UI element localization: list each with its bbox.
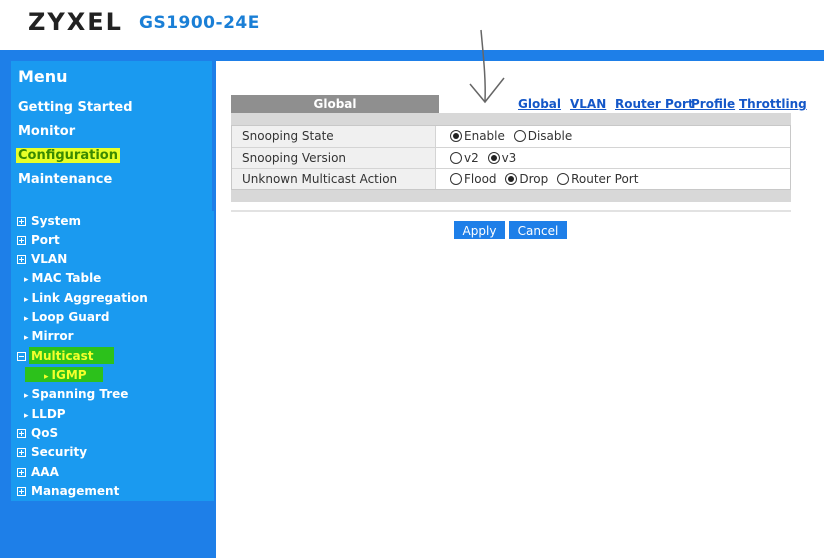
brand-logo: ZYXEL <box>28 8 123 36</box>
tree-item-multicast[interactable]: Multicast <box>17 349 94 363</box>
version-v2-radio[interactable] <box>450 152 462 164</box>
collapse-icon[interactable] <box>17 352 26 361</box>
tree-item-link-aggregation[interactable]: ▸ Link Aggregation <box>24 291 148 305</box>
expand-icon[interactable] <box>17 429 26 438</box>
tree-item-lldp[interactable]: ▸ LLDP <box>24 407 66 421</box>
expand-icon[interactable] <box>17 236 26 245</box>
expand-icon[interactable] <box>17 448 26 457</box>
menu-item-maintenance[interactable]: Maintenance <box>18 172 112 187</box>
tree-item-management[interactable]: Management <box>17 484 119 498</box>
expand-icon[interactable] <box>17 487 26 496</box>
snooping-enable-radio[interactable] <box>450 130 462 142</box>
expand-icon[interactable] <box>17 255 26 264</box>
snooping-disable-radio[interactable] <box>513 130 526 142</box>
section-title-global: Global <box>231 95 439 113</box>
menu-title: Menu <box>18 67 68 86</box>
top-accent-bar <box>0 50 824 61</box>
divider <box>231 210 791 212</box>
table-row: Snooping State Enable Disable <box>232 126 790 147</box>
tab-router-port[interactable]: Router Port <box>615 97 694 111</box>
snooping-version-label: Snooping Version <box>232 148 436 168</box>
bullet-icon: ▸ <box>24 411 29 421</box>
unknown-multicast-options: Flood Drop Router Port <box>450 169 643 189</box>
snooping-state-label: Snooping State <box>232 126 436 147</box>
tree-item-port[interactable]: Port <box>17 233 60 247</box>
tree-item-vlan[interactable]: VLAN <box>17 252 67 266</box>
bullet-icon: ▸ <box>24 333 29 343</box>
snooping-state-options: Enable Disable <box>450 126 577 147</box>
tab-throttling[interactable]: Throttling <box>739 97 807 111</box>
unknown-multicast-label: Unknown Multicast Action <box>232 169 436 189</box>
tree-item-mirror[interactable]: ▸ Mirror <box>24 329 74 343</box>
tab-profile[interactable]: Profile <box>691 97 735 111</box>
bullet-icon: ▸ <box>24 391 29 401</box>
expand-icon[interactable] <box>17 217 26 226</box>
action-router-port-radio[interactable] <box>557 173 570 185</box>
table-row: Snooping Version v2 v3 <box>232 147 790 168</box>
tree-item-aaa[interactable]: AAA <box>17 465 59 479</box>
tree-item-loop-guard[interactable]: ▸ Loop Guard <box>24 310 109 324</box>
menu-item-configuration[interactable]: Configuration <box>16 148 120 163</box>
snooping-version-options: v2 v3 <box>450 148 521 168</box>
table-footer-bar <box>231 190 791 202</box>
table-header-bar <box>231 113 791 125</box>
tree-item-system[interactable]: System <box>17 214 81 228</box>
model-name: GS1900-24E <box>139 13 260 33</box>
header: ZYXEL GS1900-24E <box>0 0 824 50</box>
version-v3-radio[interactable] <box>487 152 500 164</box>
apply-button[interactable]: Apply <box>454 221 505 239</box>
tree-item-igmp[interactable]: ▸ IGMP <box>44 368 87 382</box>
tree-item-mac-table[interactable]: ▸ MAC Table <box>24 271 101 285</box>
action-flood-radio[interactable] <box>450 173 462 185</box>
tree-item-spanning-tree[interactable]: ▸ Spanning Tree <box>24 387 128 401</box>
tree-item-security[interactable]: Security <box>17 445 87 459</box>
expand-icon[interactable] <box>17 468 26 477</box>
hand-drawn-arrow-icon <box>469 29 505 104</box>
tab-global[interactable]: Global <box>518 97 561 111</box>
settings-table: Snooping State Enable Disable Snooping V… <box>231 125 791 190</box>
tab-vlan[interactable]: VLAN <box>570 97 606 111</box>
menu-item-monitor[interactable]: Monitor <box>18 124 75 139</box>
bullet-icon: ▸ <box>24 295 29 305</box>
bullet-icon: ▸ <box>44 372 49 382</box>
tree-item-qos[interactable]: QoS <box>17 426 58 440</box>
bullet-icon: ▸ <box>24 314 29 324</box>
cancel-button[interactable]: Cancel <box>509 221 567 239</box>
menu-item-getting-started[interactable]: Getting Started <box>18 100 133 115</box>
table-row: Unknown Multicast Action Flood Drop Rout… <box>232 168 790 189</box>
bullet-icon: ▸ <box>24 275 29 285</box>
action-drop-radio[interactable] <box>505 173 518 185</box>
